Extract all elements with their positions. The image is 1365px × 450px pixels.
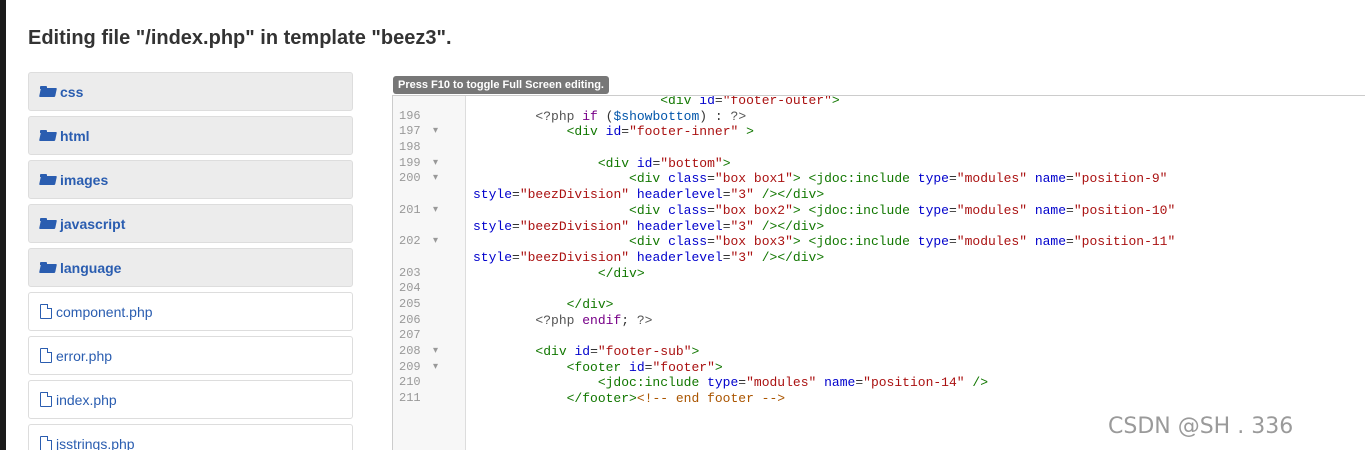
code-text: </div>	[566, 296, 614, 312]
line-number: 204	[399, 281, 421, 296]
fold-toggle-icon[interactable]: ▾	[433, 203, 438, 219]
file-icon	[40, 436, 52, 450]
fold-toggle-icon[interactable]: ▾	[433, 344, 438, 360]
code-text: <footer id="footer">	[566, 359, 723, 375]
code-line[interactable]: style="beezDivision" headerlevel="3" /><…	[393, 250, 1365, 266]
code-text: <div id="bottom">	[597, 155, 731, 171]
code-editor[interactable]: <div id="footer-outer"> 196 <?php if ($sh…	[392, 95, 1365, 450]
line-number: 200	[399, 171, 421, 186]
file-icon	[40, 348, 52, 363]
code-text: <div id="footer-outer">	[660, 95, 840, 108]
folder-icon	[40, 86, 56, 97]
code-text: <div class="box box1"> <jdoc:include typ…	[629, 171, 1168, 187]
folder-icon	[40, 262, 56, 273]
code-line[interactable]: 196 <?php if ($showbottom) : ?>	[393, 109, 1365, 125]
tree-folder-language[interactable]: language	[28, 248, 353, 287]
code-text: <jdoc:include type="modules" name="posit…	[597, 375, 988, 391]
code-line[interactable]: style="beezDivision" headerlevel="3" /><…	[393, 219, 1365, 235]
line-number: 210	[399, 375, 421, 390]
tree-item-label: javascript	[60, 215, 126, 232]
folder-icon	[40, 174, 56, 185]
code-line[interactable]: 207	[393, 328, 1365, 344]
folder-icon	[40, 130, 56, 141]
code-line[interactable]: 197 ▾ <div id="footer-inner" >	[393, 124, 1365, 140]
line-number: 206	[399, 312, 421, 327]
tree-item-label: language	[60, 259, 122, 276]
code-text: <div class="box box2"> <jdoc:include typ…	[629, 202, 1176, 218]
tree-item-label: component.php	[56, 303, 153, 320]
code-text: <div class="box box3"> <jdoc:include typ…	[629, 234, 1176, 250]
code-text: </footer><!-- end footer -->	[566, 391, 786, 407]
file-tree: css html images javascript language comp…	[28, 72, 353, 450]
code-text: style="beezDivision" headerlevel="3" /><…	[473, 218, 825, 234]
code-line[interactable]: 201 ▾ <div class="box box2"> <jdoc:includ…	[393, 203, 1365, 219]
code-line[interactable]: 203 </div>	[393, 266, 1365, 282]
code-line[interactable]: style="beezDivision" headerlevel="3" /><…	[393, 187, 1365, 203]
code-text: <div id="footer-inner" >	[566, 124, 754, 140]
line-number: 198	[399, 140, 421, 155]
line-number: 202	[399, 234, 421, 249]
line-number: 197	[399, 124, 421, 139]
tree-item-label: index.php	[56, 391, 117, 408]
code-line[interactable]: 211 </footer><!-- end footer -->	[393, 391, 1365, 407]
left-edge-bar	[0, 0, 6, 450]
tree-item-label: html	[60, 127, 90, 144]
line-number: 203	[399, 265, 421, 280]
folder-icon	[40, 218, 56, 229]
line-number: 211	[399, 391, 421, 406]
fold-toggle-icon[interactable]: ▾	[433, 124, 438, 140]
code-line[interactable]: <div id="footer-outer">	[393, 95, 1365, 109]
code-line[interactable]: 206 <?php endif; ?>	[393, 313, 1365, 329]
code-line[interactable]: 198	[393, 140, 1365, 156]
code-text: <?php if ($showbottom) : ?>	[535, 108, 747, 124]
tree-folder-html[interactable]: html	[28, 116, 353, 155]
tree-file-index[interactable]: index.php	[28, 380, 353, 419]
fold-toggle-icon[interactable]: ▾	[433, 234, 438, 250]
file-icon	[40, 392, 52, 407]
line-number: 208	[399, 344, 421, 358]
code-text: style="beezDivision" headerlevel="3" /><…	[473, 249, 825, 265]
tree-item-label: error.php	[56, 347, 113, 364]
tree-item-label: jsstrings.php	[56, 435, 135, 450]
code-line[interactable]: 208 ▾ <div id="footer-sub">	[393, 344, 1365, 360]
page-title: Editing file "/index.php" in template "b…	[28, 27, 452, 49]
fold-toggle-icon[interactable]: ▾	[433, 360, 438, 376]
line-number: 207	[399, 328, 421, 343]
tree-item-label: images	[60, 171, 109, 188]
tree-folder-images[interactable]: images	[28, 160, 353, 199]
code-line[interactable]: 199 ▾ <div id="bottom">	[393, 156, 1365, 172]
tree-file-jsstrings[interactable]: jsstrings.php	[28, 424, 353, 450]
line-number: 201	[399, 202, 421, 217]
fold-toggle-icon[interactable]: ▾	[433, 156, 438, 172]
code-text: style="beezDivision" headerlevel="3" /><…	[473, 187, 825, 203]
code-line[interactable]: 205 </div>	[393, 297, 1365, 313]
line-number: 209	[399, 359, 421, 374]
tree-file-error[interactable]: error.php	[28, 336, 353, 375]
code-lines[interactable]: <div id="footer-outer"> 196 <?php if ($sh…	[393, 95, 1365, 407]
code-text: <div id="footer-sub">	[535, 344, 700, 359]
line-number: 199	[399, 155, 421, 170]
code-text: <?php endif; ?>	[535, 312, 653, 328]
code-line[interactable]: 210 <jdoc:include type="modules" name="p…	[393, 375, 1365, 391]
tree-folder-css[interactable]: css	[28, 72, 353, 111]
fold-toggle-icon[interactable]: ▾	[433, 171, 438, 187]
tree-item-label: css	[60, 83, 84, 100]
line-number: 196	[399, 108, 421, 123]
watermark: CSDN @SH . 336	[1108, 414, 1294, 439]
code-line[interactable]: 209 ▾ <footer id="footer">	[393, 360, 1365, 376]
code-line[interactable]: 204	[393, 281, 1365, 297]
file-icon	[40, 304, 52, 319]
code-line[interactable]: 202 ▾ <div class="box box3"> <jdoc:includ…	[393, 234, 1365, 250]
line-number: 205	[399, 296, 421, 311]
code-text: </div>	[597, 265, 645, 281]
tree-folder-javascript[interactable]: javascript	[28, 204, 353, 243]
fullscreen-hint-badge: Press F10 to toggle Full Screen editing.	[393, 76, 609, 94]
tree-file-component[interactable]: component.php	[28, 292, 353, 331]
code-line[interactable]: 200 ▾ <div class="box box1"> <jdoc:includ…	[393, 171, 1365, 187]
